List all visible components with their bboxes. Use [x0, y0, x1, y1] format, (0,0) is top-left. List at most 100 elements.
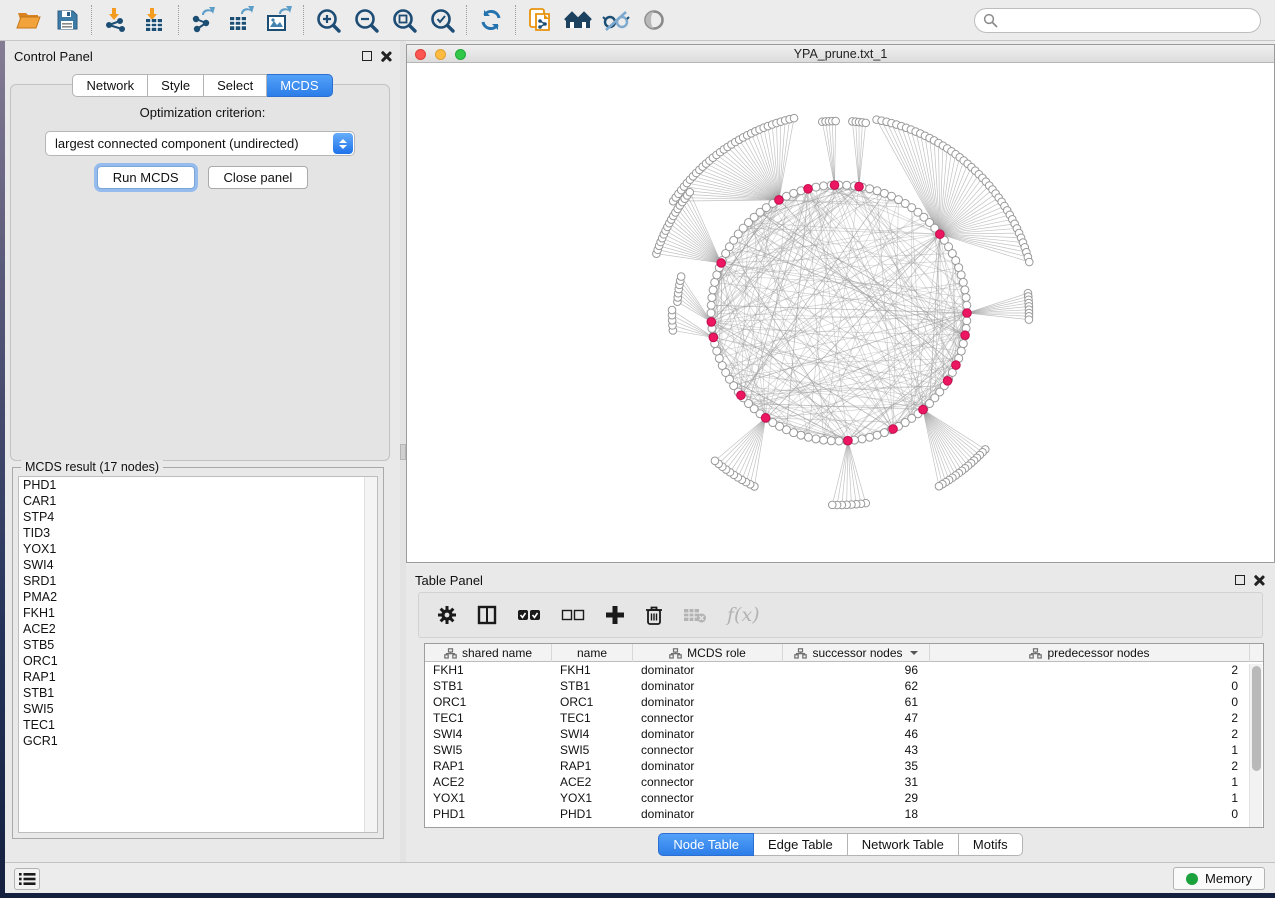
table-row[interactable]: STB1STB1dominator620	[425, 678, 1263, 694]
network-dominator-node[interactable]	[830, 181, 839, 190]
window-zoom-icon[interactable]	[455, 49, 466, 60]
network-dominator-node[interactable]	[961, 331, 970, 340]
mcds-result-item[interactable]: ORC1	[19, 653, 377, 669]
network-node[interactable]	[711, 278, 719, 286]
network-node[interactable]	[862, 119, 870, 127]
tab-network[interactable]: Network	[72, 74, 148, 97]
float-panel-icon[interactable]	[1235, 575, 1245, 585]
network-node[interactable]	[955, 264, 963, 272]
network-node[interactable]	[686, 188, 694, 196]
network-node[interactable]	[797, 431, 805, 439]
network-dominator-node[interactable]	[919, 405, 928, 414]
network-node[interactable]	[713, 271, 721, 279]
network-node[interactable]	[873, 431, 881, 439]
export-table-button[interactable]	[222, 3, 260, 37]
neighbors-button[interactable]	[559, 3, 597, 37]
tab-edge-table[interactable]: Edge Table	[754, 833, 848, 856]
show-details-button[interactable]	[635, 3, 673, 37]
network-node[interactable]	[812, 435, 820, 443]
memory-button[interactable]: Memory	[1173, 867, 1265, 890]
network-dominator-node[interactable]	[761, 414, 770, 423]
network-node[interactable]	[957, 271, 965, 279]
mcds-result-item[interactable]: STB1	[19, 685, 377, 701]
mcds-result-item[interactable]: YOX1	[19, 541, 377, 557]
mcds-result-item[interactable]: TID3	[19, 525, 377, 541]
network-node[interactable]	[835, 437, 843, 445]
float-panel-icon[interactable]	[362, 51, 372, 61]
network-node[interactable]	[715, 354, 723, 362]
save-button[interactable]	[48, 3, 86, 37]
network-node[interactable]	[828, 501, 836, 509]
network-node[interactable]	[790, 114, 798, 122]
network-node[interactable]	[880, 429, 888, 437]
network-node[interactable]	[827, 437, 835, 445]
result-list-scrollbar[interactable]	[364, 477, 377, 832]
network-node[interactable]	[957, 347, 965, 355]
mcds-result-item[interactable]: ACE2	[19, 621, 377, 637]
network-node[interactable]	[812, 183, 820, 191]
network-node[interactable]	[711, 457, 719, 465]
tab-style[interactable]: Style	[148, 74, 204, 97]
hide-details-button[interactable]	[597, 3, 635, 37]
delete-column-button[interactable]	[645, 605, 663, 626]
table-settings-button[interactable]	[437, 605, 457, 625]
network-dominator-node[interactable]	[707, 318, 716, 327]
open-file-button[interactable]	[10, 3, 48, 37]
window-minimize-icon[interactable]	[435, 49, 446, 60]
mcds-result-item[interactable]: TEC1	[19, 717, 377, 733]
network-node[interactable]	[820, 182, 828, 190]
network-dominator-node[interactable]	[936, 230, 945, 239]
table-row[interactable]: ORC1ORC1dominator610	[425, 694, 1263, 710]
tab-motifs[interactable]: Motifs	[959, 833, 1023, 856]
tab-node-table[interactable]: Node Table	[658, 833, 754, 856]
deselect-all-rows-button[interactable]	[561, 608, 585, 622]
network-dominator-node[interactable]	[855, 182, 864, 191]
network-node[interactable]	[709, 286, 717, 294]
network-node[interactable]	[832, 117, 840, 125]
import-network-button[interactable]	[97, 3, 135, 37]
add-column-button[interactable]	[605, 605, 625, 625]
export-image-button[interactable]	[260, 3, 298, 37]
close-panel-button[interactable]: Close panel	[208, 166, 309, 189]
mcds-result-item[interactable]: PMA2	[19, 589, 377, 605]
select-all-rows-button[interactable]	[517, 608, 541, 622]
network-graph[interactable]	[407, 63, 1274, 562]
tab-network-table[interactable]: Network Table	[848, 833, 959, 856]
network-dominator-node[interactable]	[709, 333, 718, 342]
zoom-fit-button[interactable]	[385, 3, 423, 37]
zoom-out-button[interactable]	[347, 3, 385, 37]
mcds-result-item[interactable]: SRD1	[19, 573, 377, 589]
mcds-result-item[interactable]: CAR1	[19, 493, 377, 509]
network-from-clipboard-button[interactable]	[521, 3, 559, 37]
mcds-result-item[interactable]: SWI5	[19, 701, 377, 717]
network-node[interactable]	[1025, 316, 1033, 324]
network-node[interactable]	[713, 347, 721, 355]
network-node[interactable]	[961, 286, 969, 294]
column-header-successor-nodes[interactable]: successor nodes	[783, 644, 930, 662]
task-history-button[interactable]	[14, 868, 40, 890]
network-node[interactable]	[804, 433, 812, 441]
network-dominator-node[interactable]	[717, 259, 726, 268]
network-dominator-node[interactable]	[889, 425, 898, 434]
network-node[interactable]	[962, 294, 970, 302]
criterion-dropdown[interactable]: largest connected component (undirected)	[45, 131, 355, 156]
mcds-result-item[interactable]: SWI4	[19, 557, 377, 573]
network-node[interactable]	[1025, 258, 1033, 266]
table-row[interactable]: FKH1FKH1dominator962	[425, 662, 1263, 678]
network-dominator-node[interactable]	[804, 185, 813, 194]
column-header-name[interactable]: name	[552, 644, 633, 662]
close-panel-icon[interactable]	[1253, 574, 1265, 586]
network-node[interactable]	[790, 189, 798, 197]
network-node[interactable]	[963, 301, 971, 309]
network-node[interactable]	[820, 436, 828, 444]
network-node[interactable]	[707, 309, 715, 317]
table-row[interactable]: SWI4SWI4dominator462	[425, 726, 1263, 742]
refresh-button[interactable]	[472, 3, 510, 37]
search-input[interactable]	[1004, 14, 1252, 28]
mcds-result-item[interactable]: GCR1	[19, 733, 377, 749]
mcds-result-list[interactable]: PHD1CAR1STP4TID3YOX1SWI4SRD1PMA2FKH1ACE2…	[18, 476, 378, 833]
table-row[interactable]: YOX1YOX1connector291	[425, 790, 1263, 806]
table-scrollbar-thumb[interactable]	[1252, 666, 1261, 771]
column-header-shared-name[interactable]: shared name	[425, 644, 552, 662]
network-node[interactable]	[935, 482, 943, 490]
